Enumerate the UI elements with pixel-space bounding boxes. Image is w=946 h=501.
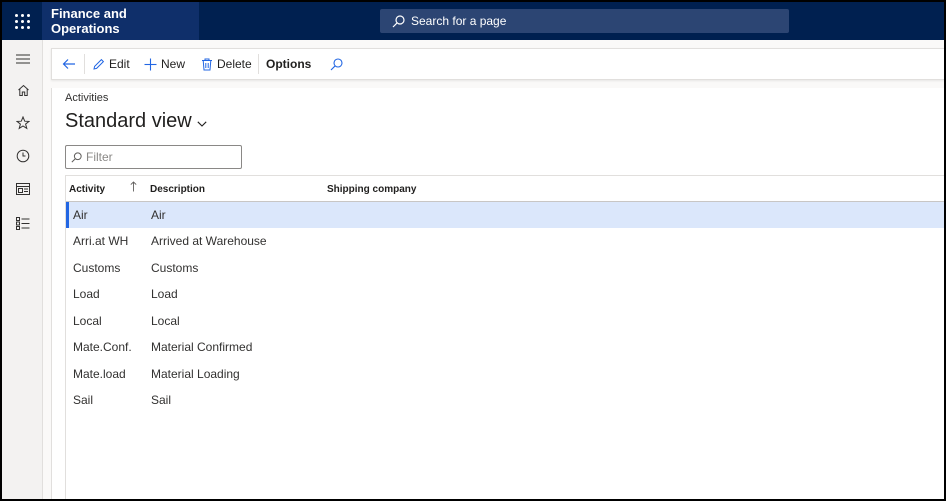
cell-description: Air — [151, 208, 166, 222]
cell-description: Sail — [151, 393, 172, 407]
table-row[interactable]: Mate.Conf. Material Confirmed — [66, 334, 944, 360]
table-row[interactable]: Load Load — [66, 281, 944, 307]
delete-button[interactable]: Delete — [201, 49, 252, 79]
page-title: Standard view — [65, 110, 192, 132]
top-bar: Finance and Operations Search for a page — [2, 2, 944, 40]
list-icon[interactable] — [14, 214, 32, 232]
app-launcher-button[interactable] — [2, 2, 42, 40]
cell-description: Material Loading — [151, 367, 240, 381]
waffle-icon — [14, 13, 30, 29]
plus-icon — [144, 58, 157, 70]
table-row[interactable]: Local Local — [66, 308, 944, 334]
table-row[interactable]: Mate.load Material Loading — [66, 361, 944, 387]
back-arrow-icon — [62, 59, 75, 69]
sort-ascending-icon[interactable] — [130, 181, 137, 192]
selection-indicator — [66, 202, 69, 228]
column-header-description[interactable]: Description — [150, 176, 205, 202]
cell-description: Load — [151, 287, 178, 301]
chevron-down-icon — [197, 120, 207, 127]
table-row[interactable]: Air Air — [66, 202, 944, 228]
cell-activity: Sail — [73, 393, 94, 407]
search-icon — [392, 14, 405, 27]
column-header-activity[interactable]: Activity — [69, 176, 105, 202]
column-header-shipping-company[interactable]: Shipping company — [327, 176, 416, 202]
back-button[interactable] — [62, 49, 80, 79]
clock-icon[interactable] — [14, 147, 32, 165]
divider — [84, 54, 85, 74]
workspace-icon[interactable] — [14, 180, 32, 198]
table-row[interactable]: Sail Sail — [66, 387, 944, 413]
cell-description: Customs — [151, 261, 199, 275]
home-icon[interactable] — [14, 81, 32, 99]
search-icon — [71, 151, 82, 163]
cell-activity: Local — [73, 314, 102, 328]
hamburger-icon[interactable] — [14, 50, 32, 68]
cell-activity: Air — [73, 208, 88, 222]
delete-label: Delete — [217, 57, 252, 71]
table-row[interactable]: Customs Customs — [66, 255, 944, 281]
left-navigation — [2, 40, 43, 499]
page-body: Activities Standard view Filter Activity… — [51, 88, 944, 499]
cell-activity: Mate.Conf. — [73, 340, 132, 354]
search-input[interactable]: Search for a page — [380, 9, 789, 33]
pencil-icon — [93, 58, 105, 70]
star-icon[interactable] — [14, 114, 32, 132]
app-window: Finance and Operations Search for a page — [0, 0, 946, 501]
filter-input[interactable]: Filter — [65, 145, 242, 169]
cell-description: Local — [151, 314, 180, 328]
new-button[interactable]: New — [144, 49, 185, 79]
divider — [258, 54, 259, 74]
edit-button[interactable]: Edit — [92, 49, 130, 79]
content-area: Edit New Delete Options Activities Stand… — [43, 40, 944, 499]
cell-description: Arrived at Warehouse — [151, 234, 267, 248]
action-pane: Edit New Delete Options — [51, 48, 944, 80]
search-placeholder: Search for a page — [411, 14, 507, 28]
cell-description: Material Confirmed — [151, 340, 253, 354]
cell-activity: Mate.load — [73, 367, 126, 381]
search-icon — [330, 57, 343, 70]
data-grid: Activity Description Shipping company Ai… — [65, 175, 944, 499]
find-button[interactable] — [330, 49, 347, 79]
cell-activity: Arri.at WH — [73, 234, 129, 248]
options-label: Options — [266, 57, 312, 71]
new-label: New — [161, 57, 186, 71]
edit-label: Edit — [109, 57, 130, 71]
trash-icon — [202, 58, 212, 70]
app-title[interactable]: Finance and Operations — [42, 2, 199, 40]
table-row[interactable]: Arri.at WH Arrived at Warehouse — [66, 228, 944, 254]
cell-activity: Load — [73, 287, 100, 301]
filter-placeholder: Filter — [86, 150, 113, 164]
grid-header: Activity Description Shipping company — [66, 175, 944, 202]
options-tab[interactable]: Options — [266, 49, 311, 79]
breadcrumb: Activities — [65, 92, 109, 104]
view-selector[interactable]: Standard view — [65, 110, 207, 133]
cell-activity: Customs — [73, 261, 121, 275]
